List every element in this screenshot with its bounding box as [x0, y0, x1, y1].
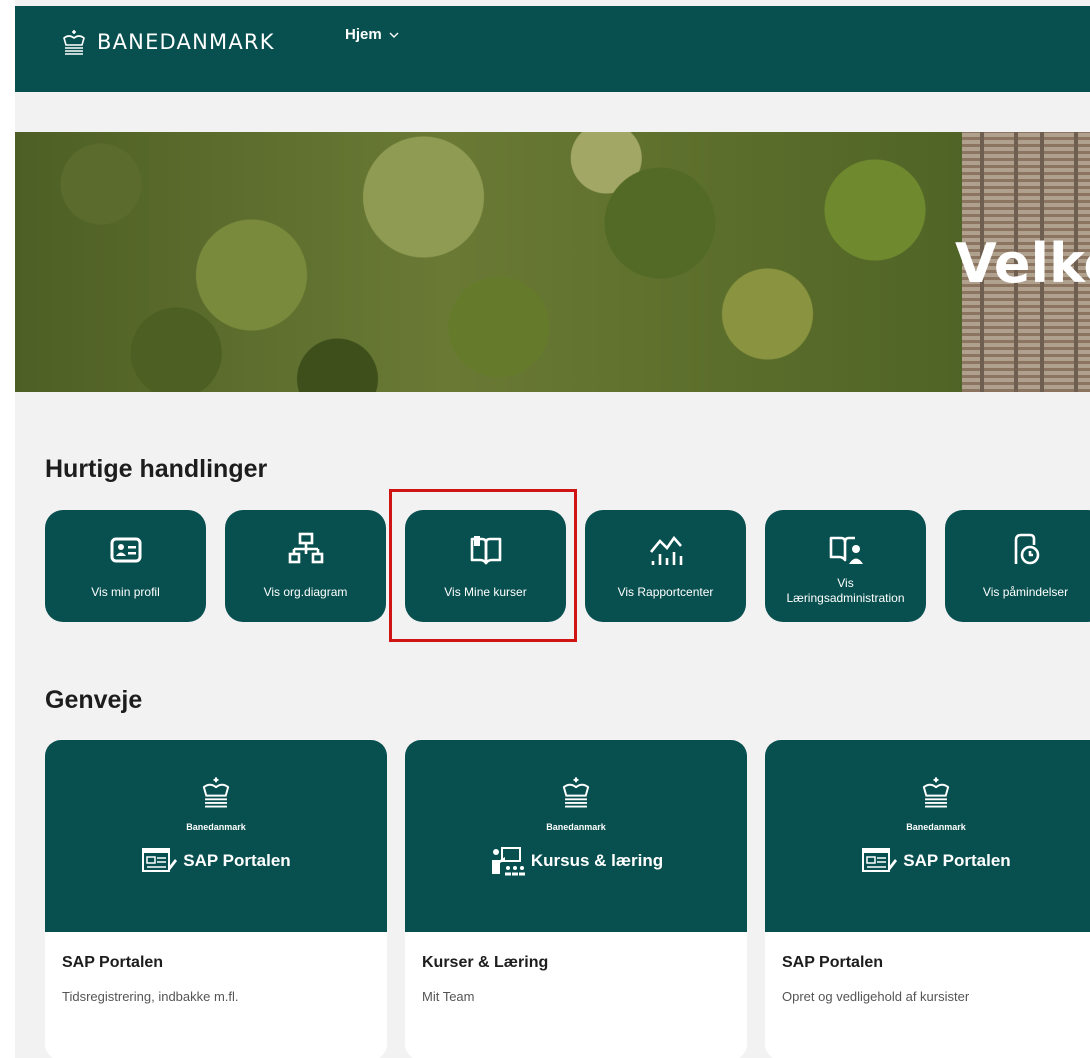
tile-label: Vis påmindelser	[982, 585, 1069, 599]
tile-view-report-center[interactable]: Vis Rapportcenter	[585, 510, 746, 622]
card-product: SAP Portalen	[765, 846, 1090, 876]
classroom-teacher-icon	[491, 847, 525, 876]
card-subtitle: Mit Team	[422, 989, 475, 1004]
tile-view-learning-admin[interactable]: Vis Læringsadministration	[765, 510, 926, 622]
tile-label: Vis org.diagram	[263, 585, 348, 599]
brand-logo[interactable]: BANEDANMARK	[60, 28, 275, 56]
crown-icon	[202, 777, 230, 808]
shortcuts-heading: Genveje	[45, 686, 143, 714]
book-user-icon	[829, 536, 863, 564]
card-product: SAP Portalen	[45, 846, 387, 876]
card-title: SAP Portalen	[62, 954, 164, 971]
card-brand-label: Banedanmark	[186, 822, 246, 832]
tile-label-line1: Vis	[837, 576, 854, 590]
card-subtitle: Opret og vedligehold af kursister	[782, 989, 970, 1004]
brand-name: BANEDANMARK	[97, 30, 275, 54]
nav-home-label: Hjem	[345, 26, 382, 43]
card-title: SAP Portalen	[782, 954, 884, 971]
tile-view-profile[interactable]: Vis min profil	[45, 510, 206, 622]
card-brand-label: Banedanmark	[546, 822, 606, 832]
nav-home-menu[interactable]: Hjem	[345, 26, 399, 43]
chevron-down-icon	[389, 32, 399, 38]
card-product-name: SAP Portalen	[183, 851, 291, 870]
browser-window-icon	[142, 848, 178, 872]
tile-view-org-chart[interactable]: Vis org.diagram	[225, 510, 386, 622]
shortcut-card-sap-portal-2[interactable]: Banedanmark SAP Portalen SAP Portalen Op…	[765, 740, 1090, 1058]
tile-label: Vis min profil	[91, 585, 160, 599]
top-navigation-bar: BANEDANMARK Hjem	[15, 6, 1090, 92]
card-title: Kurser & Læring	[422, 954, 549, 971]
tile-label: Vis Rapportcenter	[617, 585, 714, 599]
hero-welcome-title: Velko	[955, 232, 1090, 295]
org-chart-icon	[288, 532, 323, 564]
id-card-icon	[110, 537, 141, 563]
crown-icon	[63, 30, 85, 55]
crown-icon	[922, 777, 950, 808]
tile-label: Vis Læringsadministration	[765, 576, 926, 606]
card-banner: Banedanmark SAP Portalen	[765, 740, 1090, 932]
card-product: Kursus & læring	[405, 846, 747, 876]
browser-window-icon	[862, 848, 898, 872]
highlight-annotation-box	[389, 489, 577, 642]
crown-icon	[562, 777, 590, 808]
card-product-name: SAP Portalen	[903, 851, 1011, 870]
shortcut-card-sap-portal[interactable]: Banedanmark SAP Portalen SAP Portalen Ti…	[45, 740, 387, 1058]
shortcut-card-courses-learning[interactable]: Banedanmark Kursus & læring Kurser & Lær…	[405, 740, 747, 1058]
line-chart-icon	[649, 535, 682, 565]
tile-label-line2: Læringsadministration	[786, 591, 905, 605]
tile-view-reminders[interactable]: Vis påmindelser	[945, 510, 1090, 622]
card-subtitle: Tidsregistrering, indbakke m.fl.	[62, 989, 239, 1004]
reminder-icon	[1014, 533, 1039, 565]
card-product-name: Kursus & læring	[530, 851, 664, 870]
card-brand-label: Banedanmark	[906, 822, 966, 832]
card-banner: Banedanmark Kursus & læring	[405, 740, 747, 932]
card-banner: Banedanmark SAP Portalen	[45, 740, 387, 932]
quick-actions-heading: Hurtige handlinger	[45, 455, 268, 483]
hero-banner: Velko	[15, 132, 1090, 392]
